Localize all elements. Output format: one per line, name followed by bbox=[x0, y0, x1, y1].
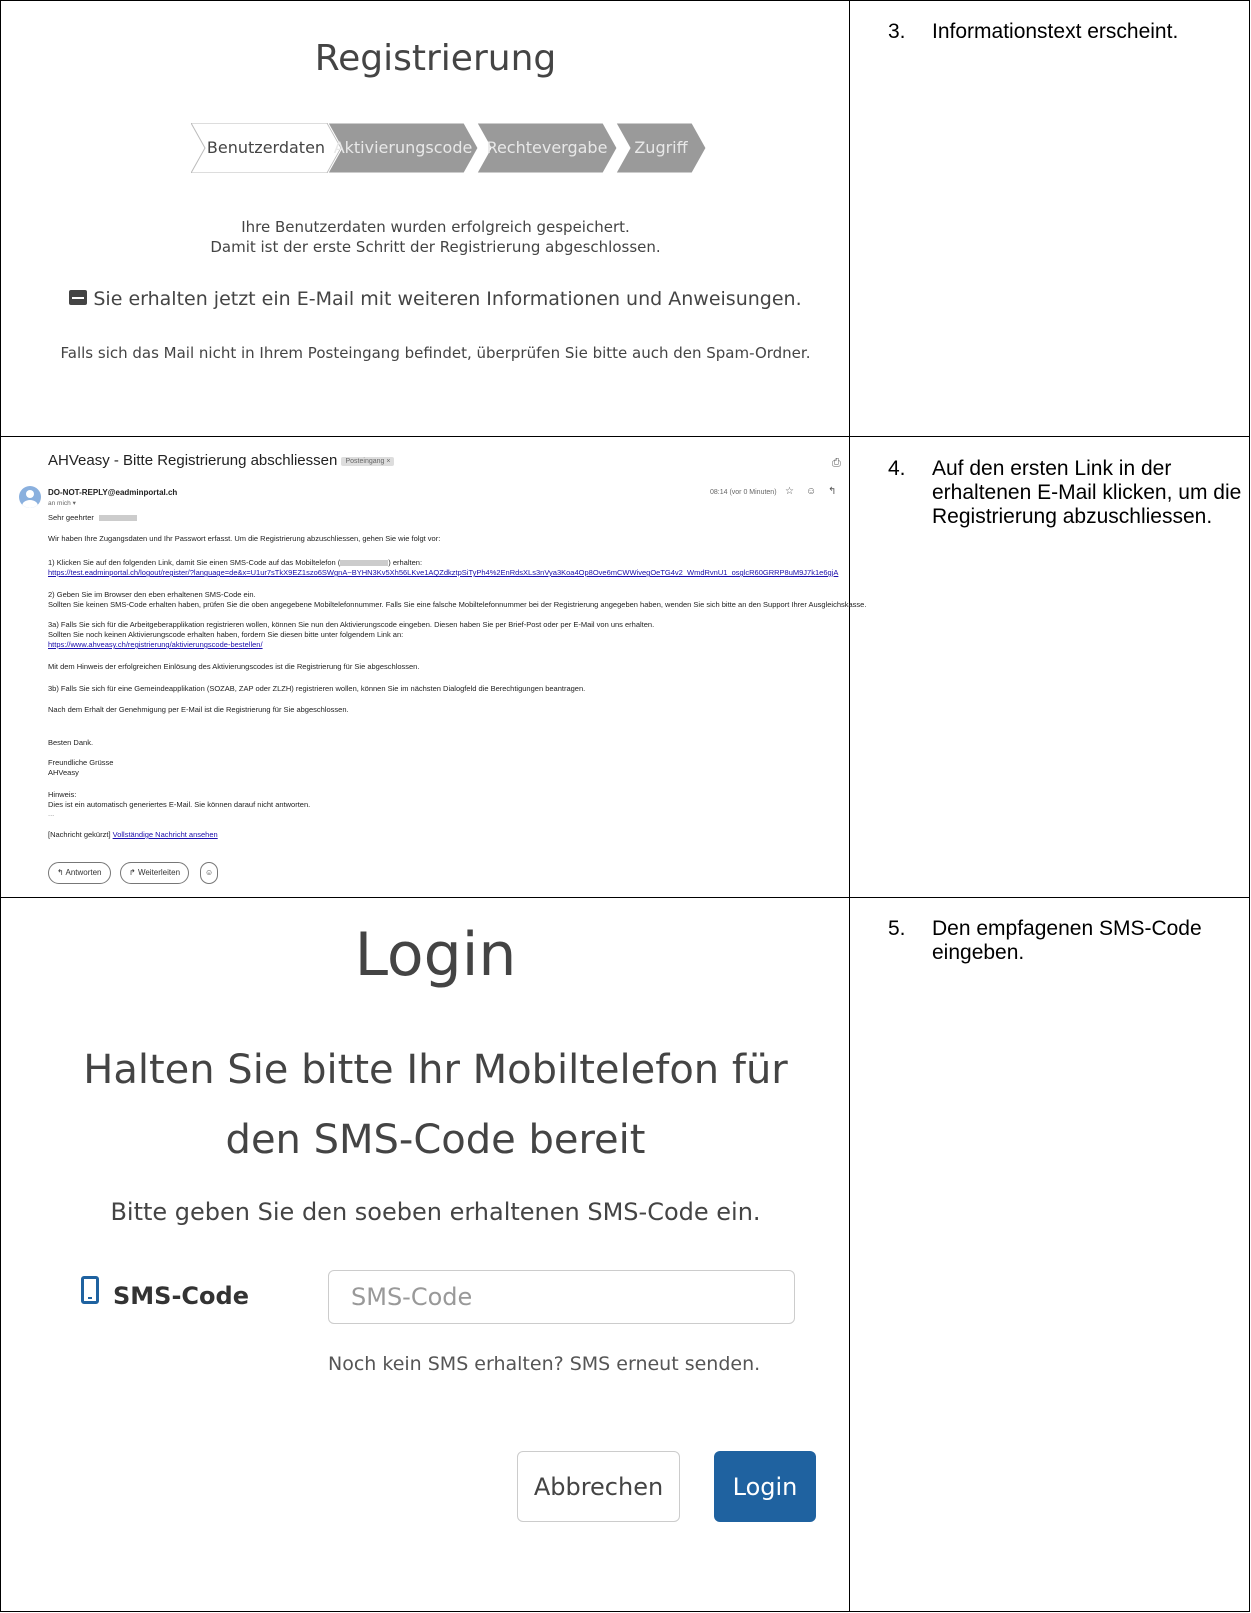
email-approval-note: Nach dem Erhalt der Genehmigung per E-Ma… bbox=[48, 705, 349, 714]
wizard-step-aktivierungscode: Aktivierungscode bbox=[328, 123, 479, 173]
step-1-text: 1) Klicken Sie auf den folgenden Link, d… bbox=[48, 558, 341, 567]
avatar-body-shape bbox=[22, 500, 38, 508]
registration-mail-info: Sie erhalten jetzt ein E-Mail mit weiter… bbox=[0, 288, 871, 310]
login-title: Login bbox=[354, 920, 517, 990]
step-text: Auf den ersten Link in der erhaltenen E-… bbox=[932, 457, 1242, 528]
login-instruction: Bitte geben Sie den soeben erhaltenen SM… bbox=[110, 1198, 761, 1226]
table-border-bottom bbox=[0, 1611, 1250, 1612]
step-1-text-end: ) erhalten: bbox=[388, 558, 423, 567]
email-greeting: Sehr geehrter bbox=[48, 513, 137, 522]
emoji-reaction-button[interactable]: ☺ bbox=[200, 862, 219, 884]
step-number: 3. bbox=[888, 20, 906, 43]
email-note-text: Dies ist ein automatisch generiertes E-M… bbox=[48, 800, 311, 809]
wizard-step-benutzerdaten: Benutzerdaten bbox=[191, 123, 342, 173]
greeting-text: Sehr geehrter bbox=[48, 513, 94, 522]
forward-arrow-icon: ↱ bbox=[129, 868, 138, 877]
email-sender[interactable]: DO-NOT-REPLY@eadminportal.ch bbox=[48, 488, 177, 497]
mail-info-text: Sie erhalten jetzt ein E-Mail mit weiter… bbox=[93, 288, 802, 310]
wizard-step-label: Aktivierungscode bbox=[333, 138, 473, 157]
table-border-right bbox=[1249, 0, 1250, 1612]
email-note-title: Hinweis: bbox=[48, 790, 77, 799]
registration-title: Registrierung bbox=[314, 38, 557, 79]
email-step-1: 1) Klicken Sie auf den folgenden Link, d… bbox=[48, 558, 422, 567]
email-organisation: AHVeasy bbox=[48, 768, 79, 777]
step-number: 4. bbox=[888, 457, 906, 480]
sms-code-input[interactable] bbox=[328, 1270, 795, 1324]
email-subject-text: AHVeasy - Bitte Registrierung abschliess… bbox=[48, 452, 338, 469]
wizard-step-label: Rechtevergabe bbox=[486, 138, 608, 157]
email-step-3a: 3a) Falls Sie sich für die Arbeitgeberap… bbox=[48, 620, 655, 629]
email-intro: Wir haben Ihre Zugangsdaten und Ihr Pass… bbox=[48, 534, 441, 543]
email-thanks: Besten Dank. bbox=[48, 738, 94, 747]
registration-success-line: Ihre Benutzerdaten wurden erfolgreich ge… bbox=[241, 218, 630, 236]
resend-sms-link[interactable]: Noch kein SMS erhalten? SMS erneut sende… bbox=[328, 1353, 760, 1375]
emoji-icon[interactable]: ☺ bbox=[806, 486, 816, 497]
forward-button[interactable]: ↱ Weiterleiten bbox=[120, 862, 190, 884]
email-regards: Freundliche Grüsse bbox=[48, 758, 114, 767]
envelope-icon bbox=[69, 290, 88, 305]
truncated-text: [Nachricht gekürzt] bbox=[48, 830, 111, 839]
email-step-2b: Sollten Sie keinen SMS-Code erhalten hab… bbox=[48, 600, 867, 609]
email-truncated: [Nachricht gekürzt] Vollständige Nachric… bbox=[48, 830, 218, 839]
email-registration-link[interactable]: https://test.eadminportal.ch/logout/regi… bbox=[48, 568, 838, 577]
email-recipient[interactable]: an mich ▾ bbox=[48, 499, 76, 507]
wizard-step-zugriff: Zugriff bbox=[616, 123, 707, 173]
sender-avatar bbox=[19, 486, 41, 508]
reply-button[interactable]: ↰ Antworten bbox=[48, 862, 111, 884]
cancel-button[interactable]: Abbrechen bbox=[517, 1451, 680, 1522]
email-step-3b: 3b) Falls Sie sich für eine Gemeindeappl… bbox=[48, 684, 586, 693]
step-number: 5. bbox=[888, 917, 906, 940]
login-heading-line2: den SMS-Code bereit bbox=[225, 1117, 646, 1163]
star-icon[interactable]: ☆ bbox=[785, 486, 794, 497]
login-heading-line1: Halten Sie bitte Ihr Mobiltelefon für bbox=[83, 1047, 788, 1093]
email-time: 08:14 (vor 0 Minuten) bbox=[710, 489, 777, 496]
registration-spam-hint: Falls sich das Mail nicht in Ihrem Poste… bbox=[60, 344, 811, 362]
email-step-2a: 2) Geben Sie im Browser den eben erhalte… bbox=[48, 590, 256, 599]
emoji-icon: ☺ bbox=[205, 868, 214, 877]
step-text: Informationstext erscheint. bbox=[932, 20, 1179, 43]
redacted-name-block bbox=[98, 515, 137, 522]
view-full-message-link[interactable]: Vollständige Nachricht ansehen bbox=[113, 830, 218, 839]
avatar-head-shape bbox=[26, 490, 34, 498]
email-ellipsis: ... bbox=[48, 809, 55, 818]
inbox-label-badge[interactable]: Posteingang × bbox=[341, 456, 395, 466]
redacted-phone-block bbox=[340, 560, 389, 567]
wizard-step-label: Benutzerdaten bbox=[206, 138, 326, 157]
sms-code-label: SMS-Code bbox=[113, 1282, 249, 1310]
registration-step-done-line: Damit ist der erste Schritt der Registri… bbox=[210, 238, 661, 256]
step-text: Den empfagenen SMS-Code eingeben. bbox=[932, 917, 1202, 964]
forward-label: Weiterleiten bbox=[137, 868, 181, 877]
wizard-step-label: Zugriff bbox=[634, 138, 688, 157]
reply-label: Antworten bbox=[65, 868, 102, 877]
email-step-3a-note: Sollten Sie noch keinen Aktivierungscode… bbox=[48, 630, 404, 639]
table-row-divider-2 bbox=[0, 897, 1250, 898]
phone-button-shape bbox=[88, 1297, 92, 1299]
table-row-divider-1 bbox=[0, 436, 1250, 437]
print-icon[interactable]: ⎙ bbox=[832, 457, 841, 470]
wizard-step-rechtevergabe: Rechtevergabe bbox=[477, 123, 618, 173]
table-border-top bbox=[0, 0, 1250, 1]
login-button[interactable]: Login bbox=[714, 1451, 816, 1522]
mobile-phone-icon bbox=[81, 1276, 99, 1304]
email-activation-link[interactable]: https://www.ahveasy.ch/registrierung/akt… bbox=[48, 640, 263, 649]
email-subject: AHVeasy - Bitte Registrierung abschliess… bbox=[48, 452, 395, 469]
reply-icon[interactable]: ↰ bbox=[828, 486, 836, 497]
email-activation-done: Mit dem Hinweis der erfolgreichen Einlös… bbox=[48, 662, 420, 671]
